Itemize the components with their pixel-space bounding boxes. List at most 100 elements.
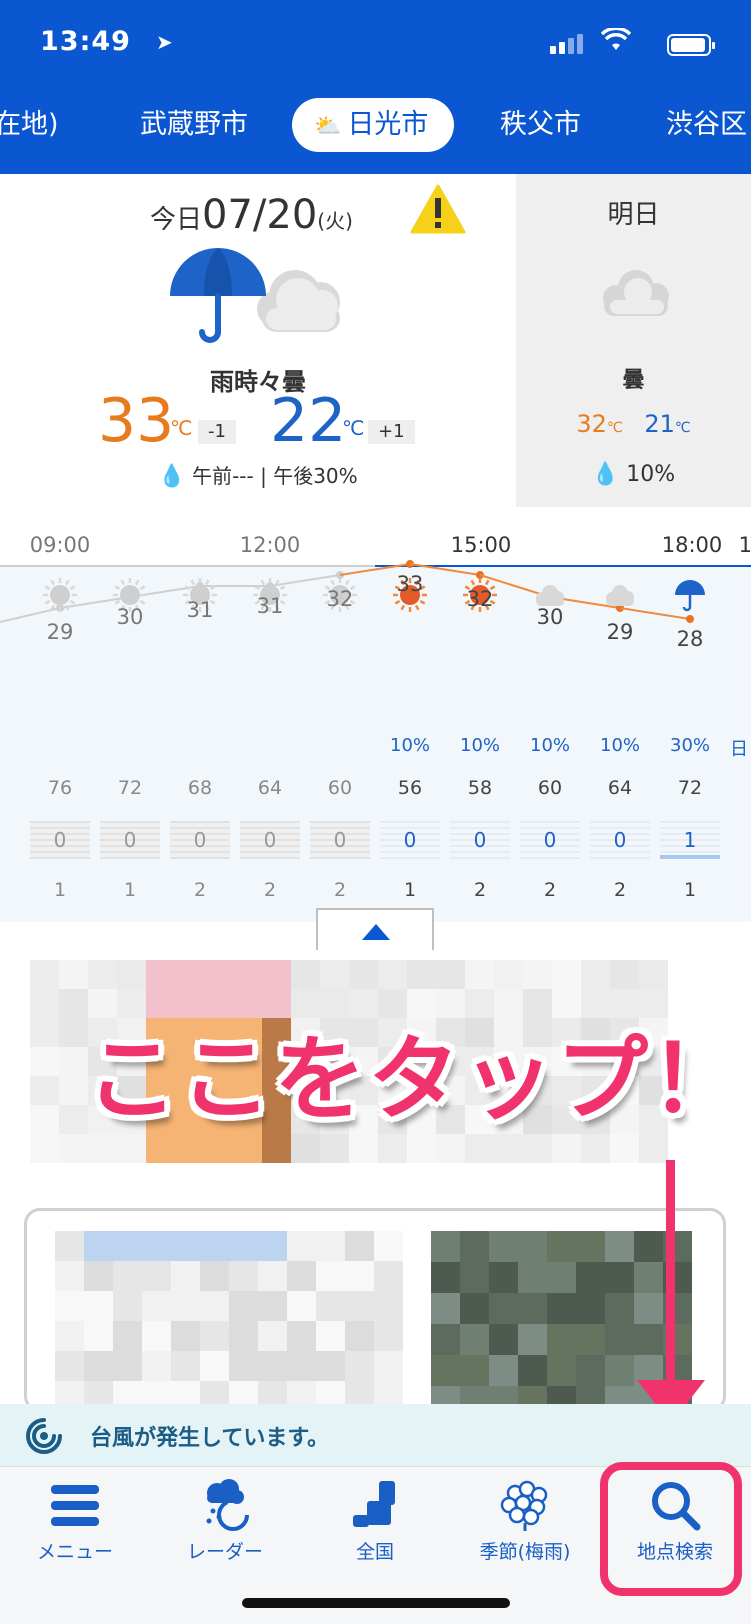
rainfall-value: 0: [310, 821, 370, 859]
time-axis: 09:00 12:00 15:00 18:00 18: [0, 507, 751, 567]
precip-probability: 10%: [599, 735, 641, 756]
cloud-sun-icon: ⛅: [314, 114, 342, 139]
mosaic-block: [605, 1324, 634, 1355]
mosaic-block: [291, 960, 320, 989]
typhoon-icon: [26, 1418, 62, 1454]
mosaic-block: [233, 960, 262, 989]
tomorrow-high: 32℃: [576, 410, 622, 438]
mosaic-block: [460, 1231, 489, 1262]
mosaic-block: [88, 960, 117, 989]
mosaic-block: [258, 1321, 287, 1351]
mosaic-block: [175, 960, 204, 989]
tomorrow-forecast[interactable]: 明日 曇 32℃ 21℃ 💧 10%: [516, 174, 751, 507]
tomorrow-low-unit: ℃: [674, 420, 691, 436]
mosaic-block: [320, 960, 349, 989]
wind-speed: 1: [53, 879, 67, 901]
mosaic-block: [349, 1134, 378, 1163]
mosaic-block: [431, 1293, 460, 1324]
humidity-value: 76: [47, 777, 73, 799]
today-precip-text: 午前--- | 午後30%: [192, 464, 358, 488]
mosaic-block: [576, 1293, 605, 1324]
mosaic-block: [59, 1105, 88, 1134]
mosaic-block: [175, 1134, 204, 1163]
today-weekday: (火): [317, 209, 353, 233]
time-label: 09:00: [29, 533, 91, 557]
mosaic-block: [146, 1134, 175, 1163]
sun-icon: [43, 578, 77, 612]
mosaic-block: [142, 1351, 171, 1381]
mosaic-block: [634, 1324, 663, 1355]
hourly-forecast[interactable]: 09:00 12:00 15:00 18:00 18 2976013072013…: [0, 507, 751, 922]
tab-current-location[interactable]: 在地): [0, 98, 59, 152]
mosaic-block: [460, 1324, 489, 1355]
temperature-label: 30: [116, 605, 144, 629]
mosaic-block: [576, 1231, 605, 1262]
tab-shibuya[interactable]: 渋谷区: [666, 98, 747, 152]
rainfall-value: 0: [380, 821, 440, 859]
mosaic-block: [229, 1231, 258, 1261]
precip-probability: 10%: [529, 735, 571, 756]
signal-icon: [550, 34, 586, 54]
mosaic-block: [605, 1355, 634, 1386]
rainfall-value: 0: [100, 821, 160, 859]
mosaic-block: [59, 1047, 88, 1076]
mosaic-block: [262, 960, 291, 989]
nav-nationwide[interactable]: 全国: [300, 1467, 450, 1577]
tomorrow-high-unit: ℃: [606, 420, 623, 436]
precip-probability: 30%: [669, 735, 711, 756]
mosaic-block: [345, 1351, 374, 1381]
droplet-icon: 💧: [591, 462, 620, 487]
mosaic-block: [489, 1262, 518, 1293]
today-date: 今日07/20(火): [150, 192, 353, 238]
expand-toggle-button[interactable]: [316, 908, 434, 950]
typhoon-banner[interactable]: 台風が発生しています。: [0, 1404, 751, 1466]
mosaic-block: [55, 1261, 84, 1291]
mosaic-block: [489, 1293, 518, 1324]
mosaic-block: [142, 1231, 171, 1261]
today-high: 33: [98, 386, 175, 456]
rainfall-value: 1: [660, 821, 720, 859]
mosaic-block: [431, 1231, 460, 1262]
mosaic-block: [113, 1291, 142, 1321]
battery-icon: [667, 34, 715, 56]
tab-chichibu[interactable]: 秩父市: [500, 98, 581, 152]
rainfall-value: 0: [590, 821, 650, 859]
mosaic-block: [84, 1321, 113, 1351]
today-forecast[interactable]: 今日07/20(火) 雨時々曇 33 ℃ -1 22 ℃ +1 💧 午前--- …: [0, 174, 516, 507]
mosaic-block: [258, 1351, 287, 1381]
mosaic-block: [378, 1134, 407, 1163]
mosaic-block: [610, 1134, 639, 1163]
umbrella-icon: [675, 580, 705, 612]
temperature-label: 29: [606, 620, 634, 644]
tab-nikko[interactable]: ⛅ 日光市: [292, 98, 455, 152]
mosaic-block: [229, 1291, 258, 1321]
mosaic-block: [262, 1134, 291, 1163]
mosaic-block: [171, 1321, 200, 1351]
mosaic-block: [30, 1076, 59, 1105]
mosaic-block: [113, 1321, 142, 1351]
warning-icon[interactable]: [410, 184, 466, 234]
droplet-icon: 💧: [158, 464, 186, 489]
mosaic-block: [460, 1262, 489, 1293]
mosaic-block: [320, 1134, 349, 1163]
mosaic-block: [345, 1261, 374, 1291]
nav-menu[interactable]: メニュー: [0, 1467, 150, 1577]
mosaic-block: [581, 1134, 610, 1163]
nav-season-label: 季節(梅雨): [479, 1541, 571, 1563]
temperature-label: 31: [256, 594, 284, 618]
mosaic-block: [55, 1231, 84, 1261]
wind-speed: 2: [613, 879, 627, 901]
mosaic-block: [84, 1261, 113, 1291]
mosaic-block: [171, 1261, 200, 1291]
mosaic-block: [200, 1351, 229, 1381]
nav-radar[interactable]: レーダー: [150, 1467, 300, 1577]
temperature-label: 32: [326, 587, 354, 611]
mosaic-block: [489, 1355, 518, 1386]
pixelated-card[interactable]: [24, 1208, 726, 1412]
temperature-label: 29: [46, 620, 74, 644]
mosaic-block: [345, 1321, 374, 1351]
tab-musashino[interactable]: 武蔵野市: [140, 98, 248, 152]
time-label: 18:00: [661, 533, 723, 557]
nav-season[interactable]: 季節(梅雨): [450, 1467, 600, 1577]
mosaic-block: [547, 1262, 576, 1293]
